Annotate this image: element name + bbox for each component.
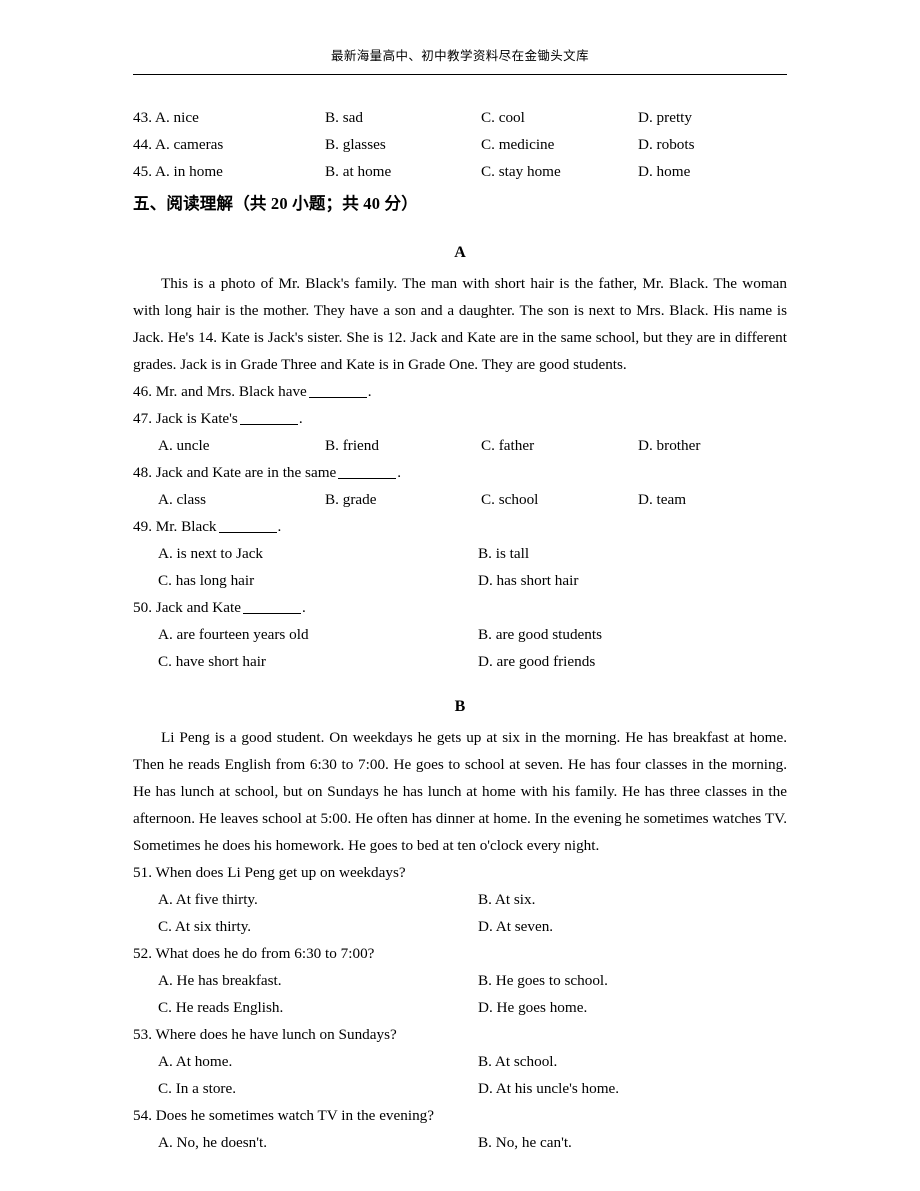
option-b[interactable]: B. sad bbox=[325, 104, 363, 131]
question-50-stem-text: 50. Jack and Kate bbox=[133, 599, 241, 616]
question-50-stem-period: . bbox=[301, 599, 306, 616]
option-d[interactable]: D. team bbox=[638, 486, 686, 513]
option-d[interactable]: D. home bbox=[638, 158, 690, 185]
option-d[interactable]: D. are good friends bbox=[478, 648, 595, 675]
option-d[interactable]: D. brother bbox=[638, 432, 700, 459]
question-52-options-row-1: A. He has breakfast. B. He goes to schoo… bbox=[133, 967, 787, 994]
question-48-stem-period: . bbox=[397, 464, 402, 481]
question-52-stem: 52. What does he do from 6:30 to 7:00? bbox=[133, 945, 375, 962]
question-number: 44. bbox=[133, 136, 152, 153]
option-d[interactable]: D. At his uncle's home. bbox=[478, 1075, 619, 1102]
cloze-option-row: 43. A. nice B. sad C. cool D. pretty bbox=[133, 104, 787, 131]
option-c[interactable]: C. school bbox=[481, 486, 538, 513]
header-divider-rule bbox=[133, 74, 787, 75]
question-49-options-row-1: A. is next to Jack B. is tall bbox=[133, 540, 787, 567]
question-49-stem-period: . bbox=[277, 518, 282, 535]
option-a[interactable]: A. At five thirty. bbox=[158, 886, 258, 913]
question-54-stem: 54. Does he sometimes watch TV in the ev… bbox=[133, 1107, 435, 1124]
question-49-stem: 49. Mr. Black. bbox=[133, 513, 787, 540]
passage-label-b: B bbox=[454, 698, 466, 715]
option-a[interactable]: A. is next to Jack bbox=[158, 540, 263, 567]
option-d[interactable]: D. robots bbox=[638, 131, 695, 158]
option-a[interactable]: A. nice bbox=[155, 104, 199, 131]
question-54-options-row-1: A. No, he doesn't. B. No, he can't. bbox=[133, 1129, 787, 1156]
question-50-options-row-2: C. have short hair D. are good friends bbox=[133, 648, 787, 675]
option-c[interactable]: C. medicine bbox=[481, 131, 554, 158]
question-46-stem-period: . bbox=[367, 383, 372, 400]
question-53-stem: 53. Where does he have lunch on Sundays? bbox=[133, 1026, 397, 1043]
option-c[interactable]: C. have short hair bbox=[158, 648, 266, 675]
page-watermark-header: 最新海量高中、初中教学资料尽在金锄头文库 bbox=[330, 49, 589, 63]
answer-blank[interactable] bbox=[308, 384, 367, 398]
option-b[interactable]: B. friend bbox=[325, 432, 379, 459]
option-b[interactable]: B. At six. bbox=[478, 886, 535, 913]
option-b[interactable]: B. At school. bbox=[478, 1048, 557, 1075]
question-47-stem-text: 47. Jack is Kate's bbox=[133, 410, 238, 427]
option-c[interactable]: C. cool bbox=[481, 104, 525, 131]
option-a[interactable]: A. in home bbox=[155, 158, 223, 185]
answer-blank[interactable] bbox=[218, 519, 277, 533]
exam-page: 最新海量高中、初中教学资料尽在金锄头文库 43. A. nice B. sad … bbox=[0, 0, 920, 1191]
option-d[interactable]: D. has short hair bbox=[478, 567, 578, 594]
option-a[interactable]: A. No, he doesn't. bbox=[158, 1129, 267, 1156]
question-53-options-row-2: C. In a store. D. At his uncle's home. bbox=[133, 1075, 787, 1102]
question-46-stem-text: 46. Mr. and Mrs. Black have bbox=[133, 383, 307, 400]
option-b[interactable]: B. at home bbox=[325, 158, 391, 185]
option-b[interactable]: B. are good students bbox=[478, 621, 602, 648]
option-b[interactable]: B. He goes to school. bbox=[478, 967, 608, 994]
option-c[interactable]: C. stay home bbox=[481, 158, 561, 185]
question-52-options-row-2: C. He reads English. D. He goes home. bbox=[133, 994, 787, 1021]
question-49-options-row-2: C. has long hair D. has short hair bbox=[133, 567, 787, 594]
question-50-options-row-1: A. are fourteen years old B. are good st… bbox=[133, 621, 787, 648]
option-c[interactable]: C. He reads English. bbox=[158, 994, 283, 1021]
option-d[interactable]: D. At seven. bbox=[478, 913, 553, 940]
question-53-options-row-1: A. At home. B. At school. bbox=[133, 1048, 787, 1075]
question-51-options-row-1: A. At five thirty. B. At six. bbox=[133, 886, 787, 913]
question-51-options-row-2: C. At six thirty. D. At seven. bbox=[133, 913, 787, 940]
option-d[interactable]: D. pretty bbox=[638, 104, 692, 131]
option-b[interactable]: B. is tall bbox=[478, 540, 529, 567]
question-47-stem-period: . bbox=[298, 410, 303, 427]
question-51-stem: 51. When does Li Peng get up on weekdays… bbox=[133, 864, 406, 881]
question-number: 43. bbox=[133, 109, 152, 126]
answer-blank[interactable] bbox=[239, 411, 298, 425]
answer-blank[interactable] bbox=[338, 465, 397, 479]
option-a[interactable]: A. are fourteen years old bbox=[158, 621, 309, 648]
option-c[interactable]: C. In a store. bbox=[158, 1075, 236, 1102]
section-heading-reading: 五、阅读理解（共 20 小题；共 40 分） bbox=[133, 194, 418, 213]
question-48-stem-text: 48. Jack and Kate are in the same bbox=[133, 464, 337, 481]
option-a[interactable]: A. At home. bbox=[158, 1048, 232, 1075]
option-c[interactable]: C. father bbox=[481, 432, 534, 459]
page-content: 43. A. nice B. sad C. cool D. pretty 44.… bbox=[133, 104, 787, 1156]
question-47-options: A. uncle B. friend C. father D. brother bbox=[133, 432, 787, 459]
passage-a-text: This is a photo of Mr. Black's family. T… bbox=[133, 275, 787, 373]
option-b[interactable]: B. grade bbox=[325, 486, 376, 513]
answer-blank[interactable] bbox=[242, 600, 301, 614]
question-49-stem-text: 49. Mr. Black bbox=[133, 518, 217, 535]
cloze-option-row: 44. A. cameras B. glasses C. medicine D.… bbox=[133, 131, 787, 158]
option-a[interactable]: A. uncle bbox=[158, 432, 209, 459]
passage-label-a: A bbox=[454, 244, 466, 261]
option-c[interactable]: C. At six thirty. bbox=[158, 913, 251, 940]
question-48-stem: 48. Jack and Kate are in the same. bbox=[133, 459, 787, 486]
question-46-stem: 46. Mr. and Mrs. Black have. bbox=[133, 378, 787, 405]
option-a[interactable]: A. He has breakfast. bbox=[158, 967, 282, 994]
option-a[interactable]: A. cameras bbox=[155, 131, 223, 158]
question-number: 45. bbox=[133, 163, 152, 180]
option-b[interactable]: B. glasses bbox=[325, 131, 386, 158]
passage-b-text: Li Peng is a good student. On weekdays h… bbox=[133, 729, 787, 854]
option-d[interactable]: D. He goes home. bbox=[478, 994, 587, 1021]
option-a[interactable]: A. class bbox=[158, 486, 206, 513]
question-50-stem: 50. Jack and Kate. bbox=[133, 594, 787, 621]
question-47-stem: 47. Jack is Kate's. bbox=[133, 405, 787, 432]
cloze-option-row: 45. A. in home B. at home C. stay home D… bbox=[133, 158, 787, 185]
option-c[interactable]: C. has long hair bbox=[158, 567, 254, 594]
option-b[interactable]: B. No, he can't. bbox=[478, 1129, 572, 1156]
question-48-options: A. class B. grade C. school D. team bbox=[133, 486, 787, 513]
